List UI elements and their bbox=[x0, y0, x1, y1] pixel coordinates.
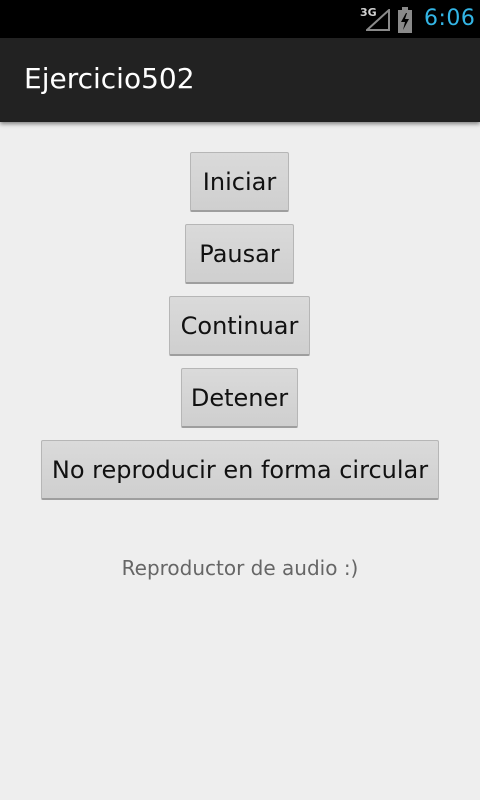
player-status-text: Reproductor de audio :) bbox=[121, 556, 359, 580]
resume-button[interactable]: Continuar bbox=[169, 296, 310, 356]
action-bar: Ejercicio502 bbox=[0, 38, 480, 122]
start-button[interactable]: Iniciar bbox=[190, 152, 289, 212]
status-bar: 3G 6:06 bbox=[0, 0, 480, 38]
signal-icon bbox=[364, 7, 390, 35]
loop-toggle-button[interactable]: No reproducir en forma circular bbox=[41, 440, 439, 500]
pause-button[interactable]: Pausar bbox=[185, 224, 294, 284]
main-content: Iniciar Pausar Continuar Detener No repr… bbox=[0, 122, 480, 800]
stop-button[interactable]: Detener bbox=[181, 368, 298, 428]
app-title: Ejercicio502 bbox=[24, 62, 195, 95]
status-clock: 6:06 bbox=[424, 6, 476, 31]
battery-charging-icon bbox=[397, 7, 413, 37]
